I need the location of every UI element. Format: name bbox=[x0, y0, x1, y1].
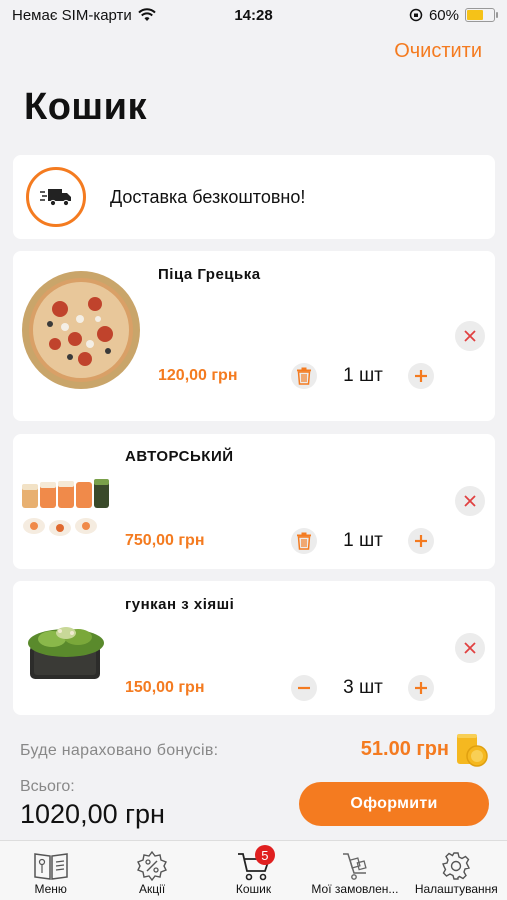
carrier-label: Немає SIM-карти bbox=[12, 6, 132, 24]
delivery-text: Доставка безкоштовно! bbox=[110, 186, 306, 207]
tab-bar: Меню Акції 5 Кошик Мої замовлен... Налаш… bbox=[0, 840, 507, 900]
battery-percent: 60% bbox=[428, 6, 459, 24]
trash-button[interactable] bbox=[291, 363, 317, 389]
total-value: 1020,00 грн bbox=[20, 799, 165, 829]
status-left: Немає SIM-карти bbox=[12, 7, 156, 24]
delivery-banner: Доставка безкоштовно! bbox=[13, 155, 495, 239]
item-price: 150,00 грн bbox=[125, 679, 205, 696]
close-icon bbox=[464, 330, 476, 342]
increase-quantity-button[interactable] bbox=[408, 675, 434, 701]
pizza-image bbox=[20, 269, 142, 396]
cart-item: АВТОРСЬКИЙ 750,00 грн 1 шт bbox=[13, 434, 495, 569]
bonus-value: 51.00 грн bbox=[360, 738, 449, 760]
tab-settings[interactable]: Налаштування bbox=[406, 841, 507, 900]
minus-icon bbox=[298, 686, 310, 690]
increase-quantity-button[interactable] bbox=[408, 528, 434, 554]
item-quantity: 1 шт bbox=[343, 365, 383, 386]
trash-icon bbox=[297, 367, 311, 385]
cart-item: Піца Грецька 120,00 грн 1 шт bbox=[13, 251, 495, 421]
tab-label: Меню bbox=[34, 882, 67, 896]
item-name: Піца Грецька bbox=[158, 266, 261, 283]
decrease-quantity-button[interactable] bbox=[291, 675, 317, 701]
increase-quantity-button[interactable] bbox=[408, 363, 434, 389]
status-bar: Немає SIM-карти 14:28 60% bbox=[0, 0, 507, 30]
trash-button[interactable] bbox=[291, 528, 317, 554]
remove-item-button[interactable] bbox=[455, 321, 485, 351]
tab-menu[interactable]: Меню bbox=[0, 841, 101, 900]
battery-icon bbox=[465, 8, 498, 22]
gunkan-image bbox=[22, 619, 112, 688]
tab-label: Мої замовлен... bbox=[311, 882, 399, 896]
item-quantity: 1 шт bbox=[343, 530, 383, 551]
delivery-truck-icon bbox=[26, 167, 86, 227]
remove-item-button[interactable] bbox=[455, 633, 485, 663]
tab-label: Кошик bbox=[235, 882, 272, 896]
tab-promotions[interactable]: Акції bbox=[101, 841, 202, 900]
tab-label: Налаштування bbox=[414, 882, 498, 896]
discount-badge-icon bbox=[137, 850, 168, 882]
gear-icon bbox=[441, 850, 471, 882]
close-icon bbox=[464, 642, 476, 654]
plus-icon bbox=[415, 535, 427, 547]
tab-label: Акції bbox=[139, 882, 166, 896]
status-right: 60% bbox=[409, 6, 498, 24]
plus-icon bbox=[415, 370, 427, 382]
coins-icon bbox=[455, 732, 489, 773]
item-price: 750,00 грн bbox=[125, 532, 205, 549]
tab-cart[interactable]: 5 Кошик bbox=[203, 841, 304, 900]
orientation-lock-icon bbox=[409, 8, 423, 22]
item-name: АВТОРСЬКИЙ bbox=[125, 448, 234, 465]
remove-item-button[interactable] bbox=[455, 486, 485, 516]
item-price: 120,00 грн bbox=[158, 367, 238, 384]
close-icon bbox=[464, 495, 476, 507]
page-title: Кошик bbox=[24, 86, 147, 128]
battery-level bbox=[467, 10, 483, 20]
cart-count-badge: 5 bbox=[254, 845, 275, 865]
plus-icon bbox=[415, 682, 427, 694]
sushi-rolls-image bbox=[20, 476, 110, 551]
tab-my-orders[interactable]: Мої замовлен... bbox=[304, 841, 405, 900]
bonus-label: Буде нараховано бонусів: bbox=[20, 742, 219, 759]
trash-icon bbox=[297, 532, 311, 550]
item-quantity: 3 шт bbox=[343, 677, 383, 698]
menu-book-icon bbox=[33, 850, 69, 882]
orders-cart-icon bbox=[340, 850, 370, 882]
item-name: гункан з хіяші bbox=[125, 596, 235, 613]
cart-item: гункан з хіяші 150,00 грн 3 шт bbox=[13, 581, 495, 715]
clear-cart-button[interactable]: Очистити bbox=[394, 40, 482, 63]
total-label: Всього: bbox=[20, 778, 75, 795]
checkout-button[interactable]: Оформити bbox=[299, 782, 489, 826]
wifi-icon bbox=[138, 8, 156, 21]
